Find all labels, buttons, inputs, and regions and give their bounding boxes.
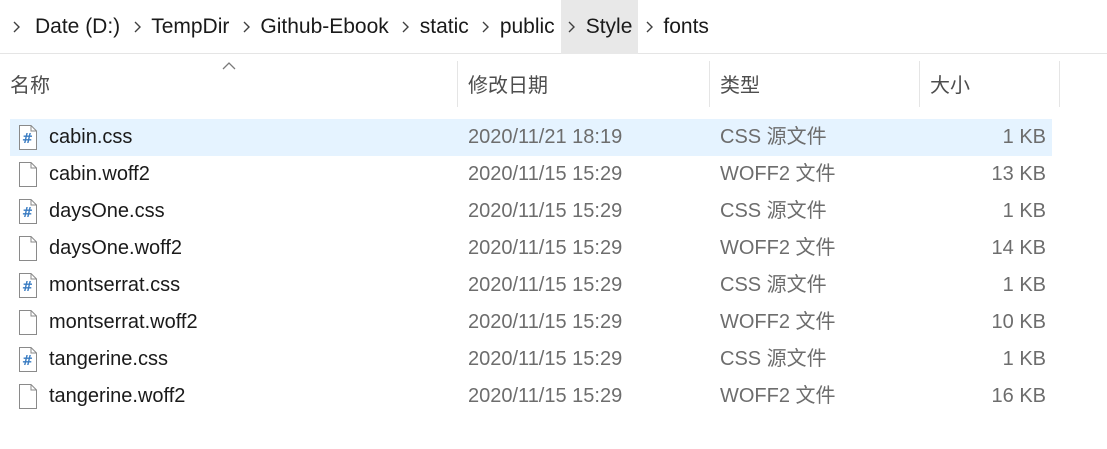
- file-type: CSS 源文件: [720, 126, 827, 148]
- svg-text:#: #: [22, 354, 33, 369]
- file-type: CSS 源文件: [720, 200, 827, 222]
- breadcrumb-label[interactable]: fonts: [660, 0, 715, 54]
- file-date: 2020/11/15 15:29: [468, 237, 623, 259]
- file-row[interactable]: # cabin.css 2020/11/21 18:19 CSS 源文件 1 K…: [10, 119, 1052, 156]
- chevron-right-icon[interactable]: [235, 0, 257, 54]
- file-date: 2020/11/15 15:29: [468, 311, 623, 333]
- file-type: WOFF2 文件: [720, 385, 836, 407]
- css-file-icon: #: [18, 347, 38, 372]
- blank-file-icon: [18, 310, 38, 335]
- breadcrumb-item-drive: Date (D:): [0, 0, 126, 54]
- file-type: WOFF2 文件: [720, 163, 836, 185]
- file-size: 13 KB: [991, 163, 1046, 185]
- css-file-icon: #: [18, 125, 38, 150]
- blank-file-icon: [18, 236, 38, 261]
- address-breadcrumb: Date (D:) TempDir Github-Ebook static pu…: [0, 0, 1107, 54]
- breadcrumb-label[interactable]: static: [417, 0, 475, 54]
- file-date: 2020/11/15 15:29: [468, 274, 623, 296]
- column-divider[interactable]: [1059, 61, 1060, 107]
- chevron-right-icon[interactable]: [560, 0, 583, 54]
- file-row[interactable]: daysOne.woff2 2020/11/15 15:29 WOFF2 文件 …: [10, 230, 1052, 267]
- file-type: CSS 源文件: [720, 348, 827, 370]
- svg-text:#: #: [22, 280, 33, 295]
- file-row[interactable]: cabin.woff2 2020/11/15 15:29 WOFF2 文件 13…: [10, 156, 1052, 193]
- file-type: WOFF2 文件: [720, 311, 836, 333]
- breadcrumb-label[interactable]: Date (D:): [32, 0, 126, 54]
- file-name: daysOne.woff2: [49, 237, 183, 259]
- breadcrumb-label[interactable]: Github-Ebook: [257, 0, 394, 54]
- breadcrumb-item-style: Style: [560, 0, 639, 54]
- file-name: montserrat.woff2: [49, 311, 198, 333]
- blank-file-icon: [18, 384, 38, 409]
- column-header-size[interactable]: 大小: [920, 57, 1059, 109]
- breadcrumb-item-public: public: [475, 0, 561, 54]
- file-date: 2020/11/15 15:29: [468, 385, 623, 407]
- file-name: tangerine.css: [49, 348, 168, 370]
- file-date: 2020/11/15 15:29: [468, 163, 623, 185]
- breadcrumb-item-static: static: [395, 0, 475, 54]
- column-header-date[interactable]: 修改日期: [458, 57, 709, 109]
- column-headers: 名称 修改日期 类型 大小: [0, 57, 1107, 109]
- css-file-icon: #: [18, 199, 38, 224]
- file-name: tangerine.woff2: [49, 385, 186, 407]
- file-name: cabin.woff2: [49, 163, 150, 185]
- file-size: 1 KB: [1002, 126, 1046, 148]
- breadcrumb-label[interactable]: Style: [582, 0, 639, 54]
- blank-file-icon: [18, 162, 38, 187]
- file-size: 1 KB: [1002, 348, 1046, 370]
- chevron-right-icon[interactable]: [395, 0, 417, 54]
- file-row[interactable]: # montserrat.css 2020/11/15 15:29 CSS 源文…: [10, 267, 1052, 304]
- breadcrumb-label[interactable]: TempDir: [148, 0, 235, 54]
- file-row[interactable]: montserrat.woff2 2020/11/15 15:29 WOFF2 …: [10, 304, 1052, 341]
- column-header-label: 大小: [930, 74, 970, 97]
- breadcrumb-item-tempdir: TempDir: [126, 0, 235, 54]
- file-size: 1 KB: [1002, 200, 1046, 222]
- file-type: CSS 源文件: [720, 274, 827, 296]
- chevron-right-icon[interactable]: [0, 0, 32, 54]
- column-header-type[interactable]: 类型: [710, 57, 919, 109]
- file-row[interactable]: # tangerine.css 2020/11/15 15:29 CSS 源文件…: [10, 341, 1052, 378]
- chevron-right-icon[interactable]: [126, 0, 148, 54]
- column-header-label: 修改日期: [468, 74, 548, 97]
- breadcrumb-item-fonts: fonts: [638, 0, 715, 54]
- file-size: 14 KB: [991, 237, 1046, 259]
- chevron-right-icon[interactable]: [475, 0, 497, 54]
- file-size: 16 KB: [991, 385, 1046, 407]
- file-date: 2020/11/15 15:29: [468, 200, 623, 222]
- file-name: daysOne.css: [49, 200, 165, 222]
- file-name: cabin.css: [49, 126, 133, 148]
- file-size: 1 KB: [1002, 274, 1046, 296]
- svg-text:#: #: [22, 132, 33, 147]
- css-file-icon: #: [18, 273, 38, 298]
- file-name: montserrat.css: [49, 274, 181, 296]
- chevron-right-icon[interactable]: [638, 0, 660, 54]
- column-header-label: 类型: [720, 74, 760, 97]
- breadcrumb-label[interactable]: public: [497, 0, 561, 54]
- file-row[interactable]: # daysOne.css 2020/11/15 15:29 CSS 源文件 1…: [10, 193, 1052, 230]
- column-header-label: 名称: [10, 74, 50, 97]
- file-row[interactable]: tangerine.woff2 2020/11/15 15:29 WOFF2 文…: [10, 378, 1052, 415]
- file-date: 2020/11/15 15:29: [468, 348, 623, 370]
- file-type: WOFF2 文件: [720, 237, 836, 259]
- svg-text:#: #: [22, 206, 33, 221]
- file-date: 2020/11/21 18:19: [468, 126, 623, 148]
- sort-ascending-icon: [222, 57, 236, 70]
- file-size: 10 KB: [991, 311, 1046, 333]
- breadcrumb-item-github-ebook: Github-Ebook: [235, 0, 394, 54]
